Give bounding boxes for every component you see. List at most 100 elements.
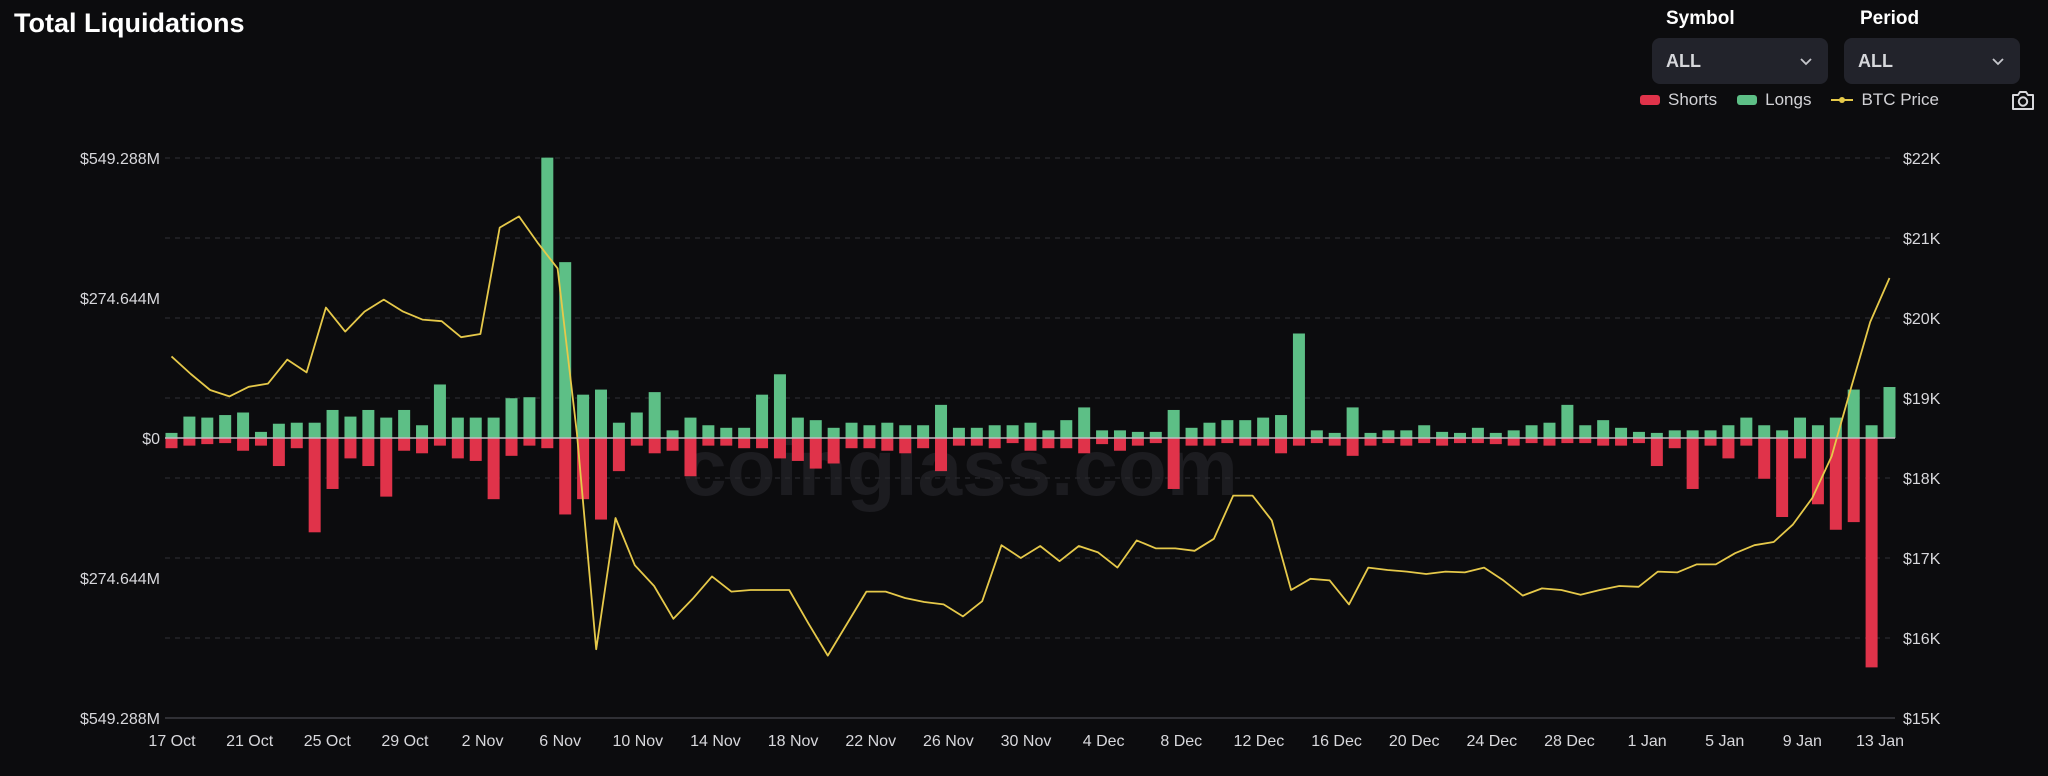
long-bar [506,398,518,438]
x-axis-tick-label: 17 Oct [148,733,196,750]
long-bar [1794,418,1806,438]
long-bar [1633,432,1645,438]
short-bar [380,438,392,497]
short-bar [1007,438,1019,443]
short-bar [1114,438,1126,451]
long-bar [452,418,464,438]
long-bar [416,425,428,438]
long-bar [756,395,768,438]
short-bar [1436,438,1448,446]
short-bar [1848,438,1860,522]
long-bar [989,425,1001,438]
short-bar [935,438,947,471]
short-bar [1042,438,1054,448]
short-bar [183,438,195,446]
short-bar [1168,438,1180,489]
short-bar [1758,438,1770,479]
long-bar [1150,432,1162,438]
short-bar [344,438,356,458]
short-bar [667,438,679,451]
x-axis-tick-label: 21 Oct [226,733,274,750]
long-bar [1812,425,1824,438]
long-bar [1365,433,1377,438]
bars [166,158,1896,668]
short-bar [1472,438,1484,443]
x-axis-tick-label: 16 Dec [1311,733,1362,750]
short-bar [1615,438,1627,446]
long-bar [1651,433,1663,438]
x-axis-tick-label: 10 Nov [612,733,663,750]
x-axis-tick-label: 6 Nov [539,733,581,750]
long-bar [1418,425,1430,438]
long-bar [935,405,947,438]
long-bar [1347,407,1359,438]
long-bar [1203,423,1215,438]
x-axis-tick-label: 26 Nov [923,733,974,750]
short-bar [541,438,553,448]
short-bar [846,438,858,448]
long-bar [1329,433,1341,438]
short-bar [1257,438,1269,446]
short-bar [398,438,410,451]
long-bar [523,397,535,438]
long-bar [1436,432,1448,438]
short-bar [613,438,625,471]
short-bar [273,438,285,466]
left-axis-tick-label: $274.644M [80,291,160,308]
left-axis-tick-label: $549.288M [80,151,160,168]
long-bar [899,425,911,438]
long-bar [255,432,267,438]
long-bar [702,425,714,438]
long-bar [201,418,213,438]
long-bar [327,410,339,438]
left-axis-tick-label: $274.644M [80,571,160,588]
short-bar [1687,438,1699,489]
right-axis-tick-label: $16K [1903,631,1941,648]
long-bar [863,425,875,438]
short-bar [1025,438,1037,451]
long-bar [1239,420,1251,438]
long-bar [344,417,356,438]
long-bar [1382,430,1394,438]
long-bar [1722,425,1734,438]
long-bar [541,158,553,438]
short-bar [1561,438,1573,443]
long-bar [667,430,679,438]
long-bar [1078,407,1090,438]
x-axis-tick-label: 20 Dec [1389,733,1440,750]
short-bar [1651,438,1663,466]
short-bar [1078,438,1090,453]
long-bar [595,390,607,438]
short-bar [1722,438,1734,458]
x-axis-tick-label: 2 Nov [462,733,504,750]
short-bar [1365,438,1377,446]
short-bar [1400,438,1412,446]
x-axis-tick-label: 30 Nov [1001,733,1052,750]
short-bar [1293,438,1305,446]
long-bar [881,423,893,438]
right-axis-tick-label: $19K [1903,391,1941,408]
short-bar [452,438,464,458]
long-bar [828,428,840,438]
short-bar [1740,438,1752,446]
x-axis-tick-label: 24 Dec [1466,733,1517,750]
long-bar [470,418,482,438]
short-bar [702,438,714,446]
short-bar [470,438,482,461]
short-bar [828,438,840,463]
long-bar [1687,430,1699,438]
short-bar [506,438,518,456]
short-bar [684,438,696,476]
short-bar [523,438,535,446]
long-bar [1758,425,1770,438]
short-bar [1579,438,1591,443]
long-bar [1490,433,1502,438]
long-bar [273,424,285,438]
short-bar [1203,438,1215,446]
short-bar [1275,438,1287,453]
short-bar [720,438,732,446]
short-bar [327,438,339,489]
short-bar [1221,438,1233,443]
x-axis-tick-label: 9 Jan [1783,733,1822,750]
long-bar [1848,390,1860,438]
